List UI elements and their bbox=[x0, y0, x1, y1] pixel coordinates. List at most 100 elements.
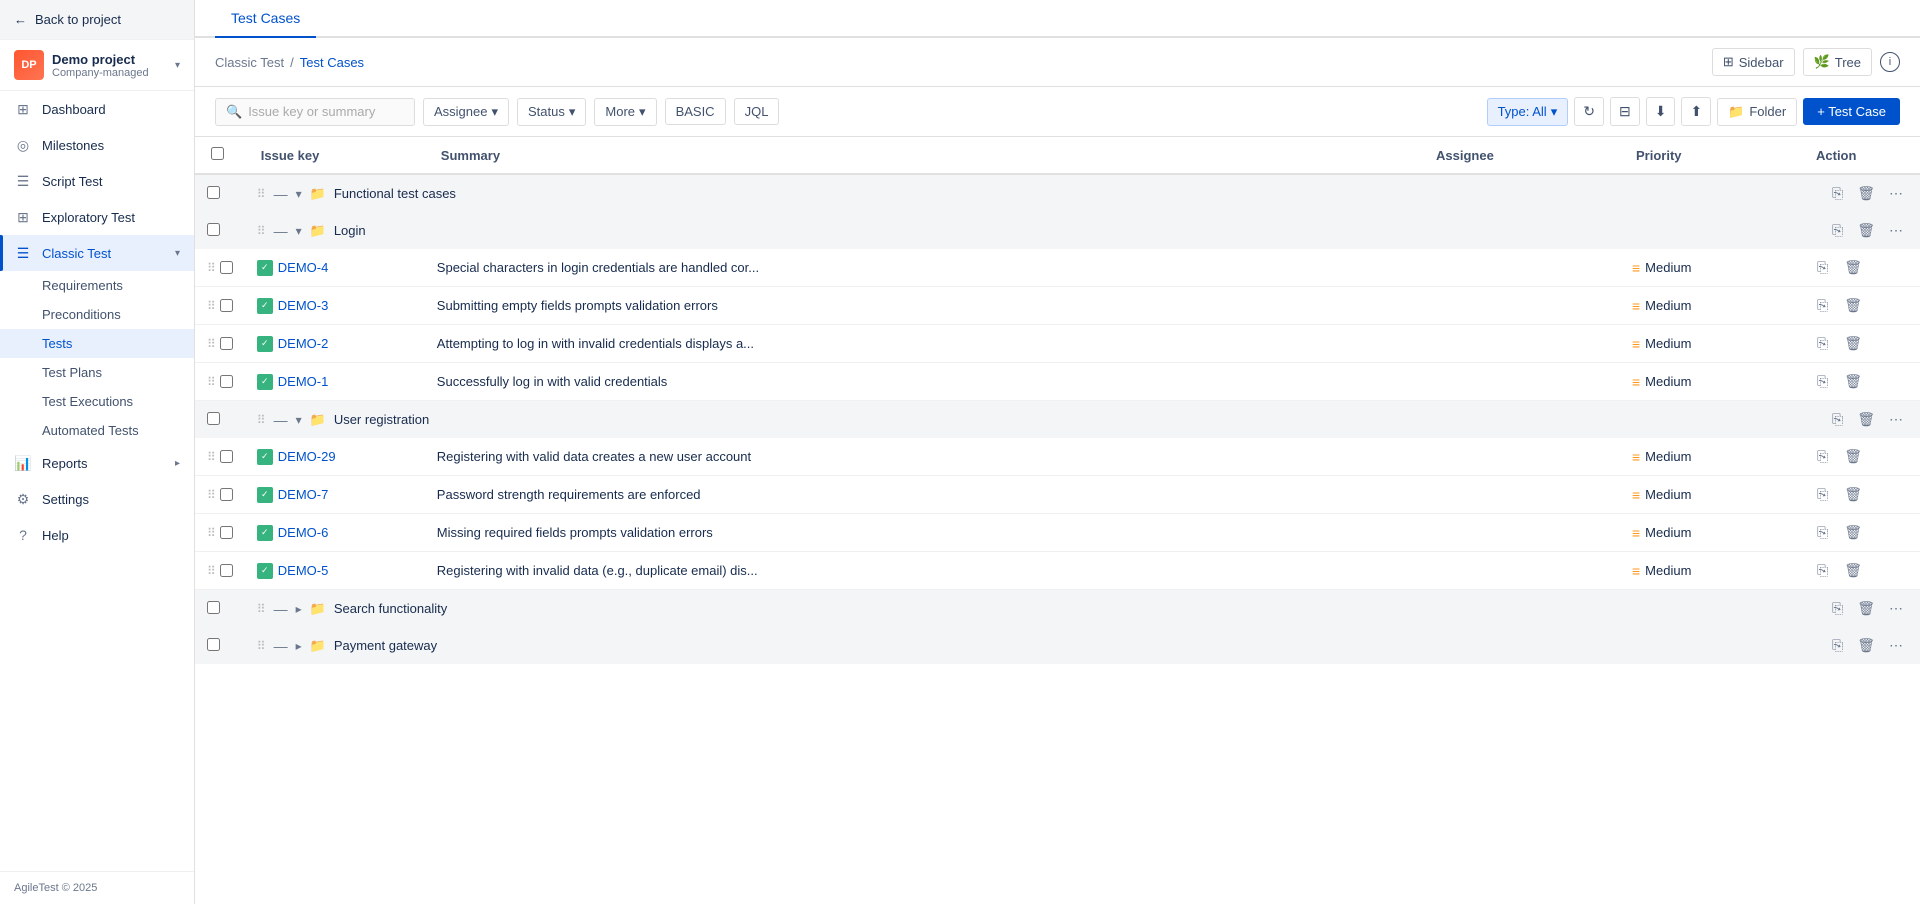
row-delete-button[interactable]: 🗑 bbox=[1839, 333, 1867, 354]
row-drag-handle[interactable]: ⠿ bbox=[207, 526, 216, 540]
group-copy-button[interactable]: ⎘ bbox=[1827, 183, 1848, 204]
group-collapse-icon[interactable]: ▾ bbox=[296, 187, 302, 201]
sidebar-sub-preconditions[interactable]: Preconditions bbox=[0, 300, 194, 329]
row-checkbox[interactable] bbox=[220, 526, 233, 539]
issue-key-link[interactable]: ✓ DEMO-1 bbox=[257, 374, 413, 390]
select-all-checkbox[interactable] bbox=[211, 147, 224, 160]
project-chevron-icon[interactable]: ▾ bbox=[175, 60, 180, 71]
group-more-button[interactable]: ⋯ bbox=[1884, 409, 1908, 430]
sidebar-item-settings[interactable]: ⚙ Settings bbox=[0, 481, 194, 517]
row-drag-handle[interactable]: ⠿ bbox=[207, 337, 216, 351]
group-checkbox[interactable] bbox=[207, 223, 220, 236]
group-more-button[interactable]: ⋯ bbox=[1884, 183, 1908, 204]
sidebar-sub-tests[interactable]: Tests bbox=[0, 329, 194, 358]
download-button[interactable]: ⬇ bbox=[1646, 97, 1676, 126]
row-delete-button[interactable]: 🗑 bbox=[1839, 295, 1867, 316]
group-delete-button[interactable]: 🗑 bbox=[1852, 220, 1880, 241]
tab-test-cases[interactable]: Test Cases bbox=[215, 0, 316, 38]
group-more-button[interactable]: ⋯ bbox=[1884, 598, 1908, 619]
issue-key-link[interactable]: ✓ DEMO-6 bbox=[257, 525, 413, 541]
group-delete-button[interactable]: 🗑 bbox=[1852, 598, 1880, 619]
row-checkbox[interactable] bbox=[220, 488, 233, 501]
issue-key-link[interactable]: ✓ DEMO-2 bbox=[257, 336, 413, 352]
sidebar-sub-test-plans[interactable]: Test Plans bbox=[0, 358, 194, 387]
row-copy-button[interactable]: ⎘ bbox=[1812, 295, 1833, 316]
row-delete-button[interactable]: 🗑 bbox=[1839, 371, 1867, 392]
group-drag-handle[interactable]: ⠿ bbox=[257, 224, 266, 238]
row-delete-button[interactable]: 🗑 bbox=[1839, 484, 1867, 505]
row-drag-handle[interactable]: ⠿ bbox=[207, 564, 216, 578]
assignee-filter-button[interactable]: Assignee ▾ bbox=[423, 98, 509, 126]
status-filter-button[interactable]: Status ▾ bbox=[517, 98, 586, 126]
sidebar-item-exploratory-test[interactable]: ⊞ Exploratory Test bbox=[0, 199, 194, 235]
back-to-project[interactable]: ← Back to project bbox=[0, 0, 194, 40]
row-drag-handle[interactable]: ⠿ bbox=[207, 488, 216, 502]
sidebar-sub-automated-tests[interactable]: Automated Tests bbox=[0, 416, 194, 445]
group-checkbox[interactable] bbox=[207, 601, 220, 614]
sidebar-item-reports[interactable]: 📊 Reports ▸ bbox=[0, 445, 194, 481]
issue-key-link[interactable]: ✓ DEMO-4 bbox=[257, 260, 413, 276]
sidebar-item-milestones[interactable]: ◎ Milestones bbox=[0, 127, 194, 163]
row-drag-handle[interactable]: ⠿ bbox=[207, 261, 216, 275]
sidebar-item-dashboard[interactable]: ⊞ Dashboard bbox=[0, 91, 194, 127]
search-input[interactable] bbox=[248, 104, 398, 119]
sidebar-item-help[interactable]: ? Help bbox=[0, 517, 194, 553]
row-drag-handle[interactable]: ⠿ bbox=[207, 299, 216, 313]
row-delete-button[interactable]: 🗑 bbox=[1839, 446, 1867, 467]
sidebar-sub-requirements[interactable]: Requirements bbox=[0, 271, 194, 300]
breadcrumb-current[interactable]: Test Cases bbox=[300, 55, 364, 70]
tree-toggle-button[interactable]: 🌿 Tree bbox=[1803, 48, 1872, 76]
group-collapse-icon[interactable]: ▾ bbox=[296, 224, 302, 238]
issue-key-link[interactable]: ✓ DEMO-5 bbox=[257, 563, 413, 579]
group-more-button[interactable]: ⋯ bbox=[1884, 220, 1908, 241]
issue-key-link[interactable]: ✓ DEMO-29 bbox=[257, 449, 413, 465]
issue-key-link[interactable]: ✓ DEMO-3 bbox=[257, 298, 413, 314]
group-copy-button[interactable]: ⎘ bbox=[1827, 635, 1848, 656]
group-delete-button[interactable]: 🗑 bbox=[1852, 635, 1880, 656]
row-drag-handle[interactable]: ⠿ bbox=[207, 450, 216, 464]
issue-key-link[interactable]: ✓ DEMO-7 bbox=[257, 487, 413, 503]
folder-button[interactable]: 📁 Folder bbox=[1717, 98, 1797, 126]
row-checkbox[interactable] bbox=[220, 337, 233, 350]
row-copy-button[interactable]: ⎘ bbox=[1812, 484, 1833, 505]
columns-button[interactable]: ⊟ bbox=[1610, 97, 1640, 126]
sidebar-item-classic-test[interactable]: ☰ Classic Test ▾ bbox=[0, 235, 194, 271]
group-copy-button[interactable]: ⎘ bbox=[1827, 220, 1848, 241]
row-copy-button[interactable]: ⎘ bbox=[1812, 371, 1833, 392]
info-icon[interactable]: i bbox=[1880, 52, 1900, 72]
group-delete-button[interactable]: 🗑 bbox=[1852, 409, 1880, 430]
group-checkbox[interactable] bbox=[207, 412, 220, 425]
group-drag-handle[interactable]: ⠿ bbox=[257, 639, 266, 653]
group-copy-button[interactable]: ⎘ bbox=[1827, 409, 1848, 430]
basic-button[interactable]: BASIC bbox=[665, 98, 726, 125]
row-copy-button[interactable]: ⎘ bbox=[1812, 560, 1833, 581]
group-drag-handle[interactable]: ⠿ bbox=[257, 602, 266, 616]
sidebar-toggle-button[interactable]: ⊞ Sidebar bbox=[1712, 48, 1795, 76]
row-delete-button[interactable]: 🗑 bbox=[1839, 560, 1867, 581]
group-collapse-icon[interactable]: ▾ bbox=[296, 413, 302, 427]
row-checkbox[interactable] bbox=[220, 450, 233, 463]
row-copy-button[interactable]: ⎘ bbox=[1812, 446, 1833, 467]
row-delete-button[interactable]: 🗑 bbox=[1839, 257, 1867, 278]
row-drag-handle[interactable]: ⠿ bbox=[207, 375, 216, 389]
refresh-button[interactable]: ↻ bbox=[1574, 97, 1604, 126]
row-checkbox[interactable] bbox=[220, 299, 233, 312]
group-collapse-icon[interactable]: ▸ bbox=[296, 602, 302, 616]
row-copy-button[interactable]: ⎘ bbox=[1812, 522, 1833, 543]
row-delete-button[interactable]: 🗑 bbox=[1839, 522, 1867, 543]
add-test-case-button[interactable]: + Test Case bbox=[1803, 98, 1900, 125]
jql-button[interactable]: JQL bbox=[734, 98, 780, 125]
group-drag-handle[interactable]: ⠿ bbox=[257, 413, 266, 427]
group-checkbox[interactable] bbox=[207, 638, 220, 651]
row-copy-button[interactable]: ⎘ bbox=[1812, 333, 1833, 354]
row-copy-button[interactable]: ⎘ bbox=[1812, 257, 1833, 278]
group-copy-button[interactable]: ⎘ bbox=[1827, 598, 1848, 619]
row-checkbox[interactable] bbox=[220, 261, 233, 274]
sidebar-item-script-test[interactable]: ☰ Script Test bbox=[0, 163, 194, 199]
group-delete-button[interactable]: 🗑 bbox=[1852, 183, 1880, 204]
group-more-button[interactable]: ⋯ bbox=[1884, 635, 1908, 656]
group-collapse-icon[interactable]: ▸ bbox=[296, 639, 302, 653]
type-all-button[interactable]: Type: All ▾ bbox=[1487, 98, 1569, 126]
more-filter-button[interactable]: More ▾ bbox=[594, 98, 656, 126]
sidebar-sub-test-executions[interactable]: Test Executions bbox=[0, 387, 194, 416]
